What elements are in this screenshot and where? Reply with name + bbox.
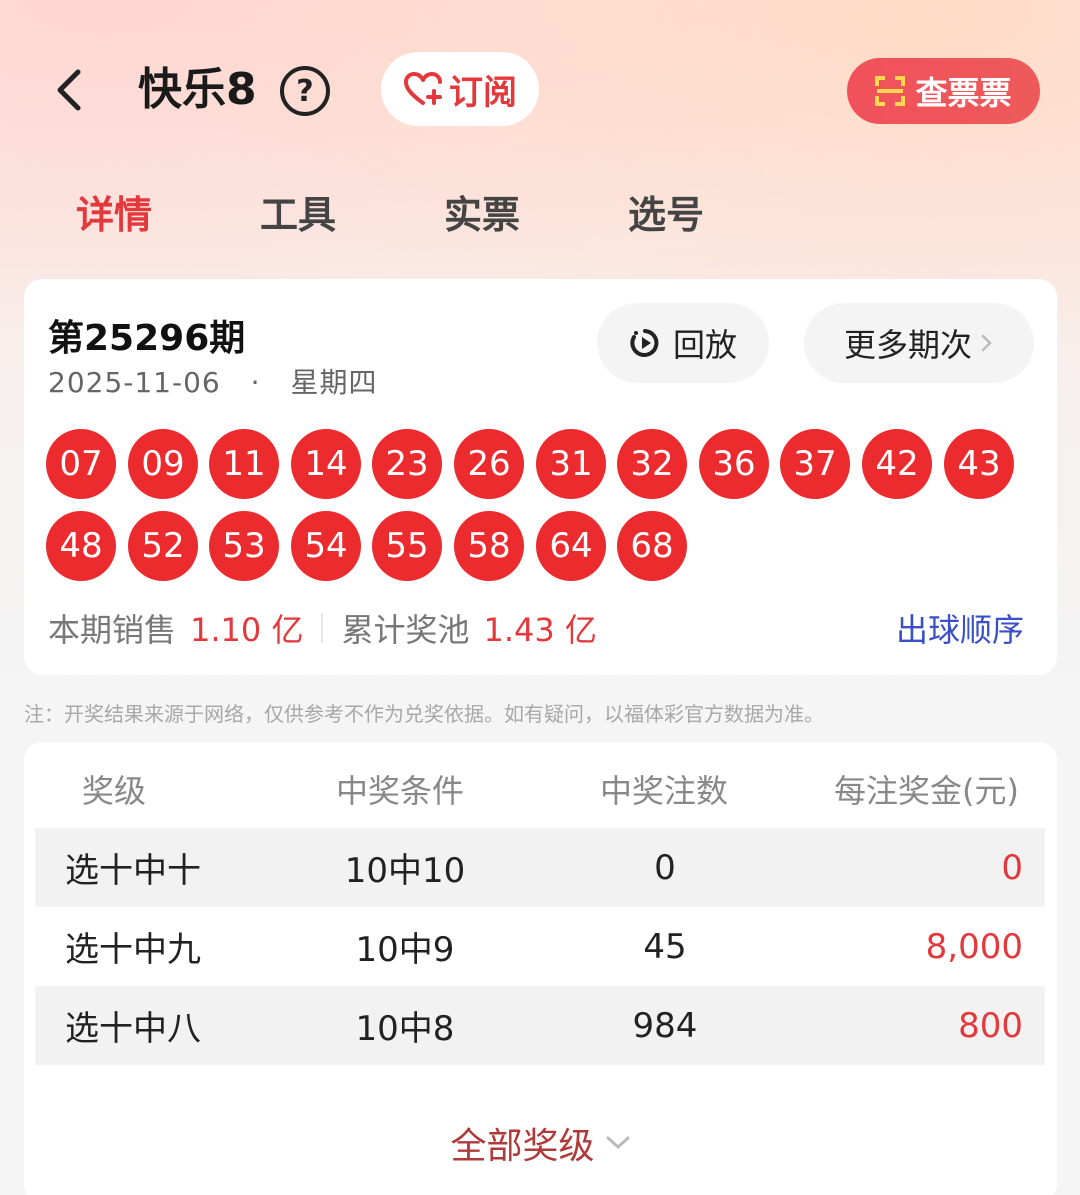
chevron-left-icon <box>57 69 81 111</box>
draw-order-link[interactable]: 出球顺序 <box>896 605 1024 651</box>
prize-amount: 800 <box>958 1005 1023 1046</box>
prize-table-card: 奖级 中奖条件 中奖注数 每注奖金(元) 选十中十 10中10 0 0 选十中九… <box>24 742 1057 1195</box>
replay-label: 回放 <box>672 326 737 364</box>
draw-result-card: 第25296期 2025-11-06 · 星期四 回放 更多期次 07 09 11 1… <box>24 279 1057 675</box>
number-ball: 37 <box>780 429 850 499</box>
stats-divider <box>321 613 324 643</box>
draw-date-line: 2025-11-06 · 星期四 <box>48 361 377 401</box>
number-ball: 23 <box>372 429 442 499</box>
sales-value: 1.10 亿 <box>190 611 304 649</box>
prize-level: 选十中九 <box>65 930 201 970</box>
table-row: 选十中九 10中9 45 8,000 <box>35 907 1045 986</box>
number-ball: 43 <box>944 429 1014 499</box>
number-ball: 53 <box>209 511 279 581</box>
check-ticket-label: 查票票 <box>915 74 1012 112</box>
prize-amount: 8,000 <box>925 926 1023 967</box>
heart-plus-icon <box>404 72 442 105</box>
all-prize-levels-label: 全部奖级 <box>450 1126 595 1167</box>
header-amount: 每注奖金(元) <box>834 772 1019 810</box>
prize-count: 984 <box>632 1005 698 1046</box>
more-issues-button[interactable]: 更多期次 <box>804 303 1034 383</box>
table-row: 选十中八 10中8 984 800 <box>35 986 1045 1065</box>
chevron-right-icon <box>981 334 992 352</box>
issue-number: 第25296期 <box>48 318 246 359</box>
number-ball: 55 <box>372 511 442 581</box>
number-ball: 42 <box>862 429 932 499</box>
tab-real-tickets[interactable]: 实票 <box>444 190 520 240</box>
number-ball: 48 <box>46 511 116 581</box>
back-button[interactable] <box>44 62 94 118</box>
number-ball: 58 <box>454 511 524 581</box>
tab-details[interactable]: 详情 <box>76 190 152 240</box>
prize-condition: 10中10 <box>344 851 466 891</box>
all-prize-levels-button[interactable]: 全部奖级 <box>24 1117 1057 1169</box>
prize-count: 0 <box>654 847 676 888</box>
prize-level: 选十中八 <box>65 1009 201 1049</box>
subscribe-button[interactable]: 订阅 <box>381 52 539 126</box>
header-condition: 中奖条件 <box>336 772 465 810</box>
prize-level: 选十中十 <box>65 851 201 891</box>
pool-value: 1.43 亿 <box>483 611 597 649</box>
number-ball: 32 <box>617 429 687 499</box>
number-ball: 31 <box>536 429 606 499</box>
disclaimer-note: 注：开奖结果来源于网络，仅供参考不作为兑奖依据。如有疑问，以福体彩官方数据为准。 <box>24 702 824 726</box>
replay-icon <box>630 329 659 357</box>
pool-label: 累计奖池 <box>341 611 470 649</box>
number-ball: 68 <box>617 511 687 581</box>
more-issues-label: 更多期次 <box>843 326 972 364</box>
number-ball: 52 <box>128 511 198 581</box>
table-row: 选十中十 10中10 0 0 <box>35 828 1045 907</box>
help-icon[interactable]: ? <box>280 66 330 116</box>
date-separator: · <box>250 366 261 399</box>
chevron-down-icon <box>606 1136 629 1150</box>
header-count: 中奖注数 <box>600 772 729 810</box>
subscribe-label: 订阅 <box>449 72 517 113</box>
prize-condition: 10中8 <box>355 1009 455 1049</box>
number-ball: 54 <box>291 511 361 581</box>
header-level: 奖级 <box>82 772 147 810</box>
sales-label: 本期销售 <box>48 611 177 649</box>
number-ball: 36 <box>699 429 769 499</box>
sales-stats: 本期销售 1.10 亿 累计奖池 1.43 亿 <box>48 605 597 651</box>
prize-condition: 10中9 <box>355 930 455 970</box>
check-ticket-button[interactable]: 查票票 <box>847 58 1040 124</box>
tab-tools[interactable]: 工具 <box>260 190 336 240</box>
scan-icon <box>875 76 906 106</box>
draw-weekday: 星期四 <box>290 366 378 399</box>
prize-amount: 0 <box>1001 847 1023 888</box>
number-ball: 09 <box>128 429 198 499</box>
tab-pick-numbers[interactable]: 选号 <box>628 190 704 240</box>
prize-count: 45 <box>643 926 687 967</box>
draw-date: 2025-11-06 <box>48 366 221 399</box>
replay-button[interactable]: 回放 <box>597 303 769 383</box>
number-ball: 14 <box>291 429 361 499</box>
number-ball: 11 <box>209 429 279 499</box>
page-title: 快乐8 <box>138 64 257 115</box>
number-ball: 26 <box>454 429 524 499</box>
number-ball: 07 <box>46 429 116 499</box>
number-ball: 64 <box>536 511 606 581</box>
